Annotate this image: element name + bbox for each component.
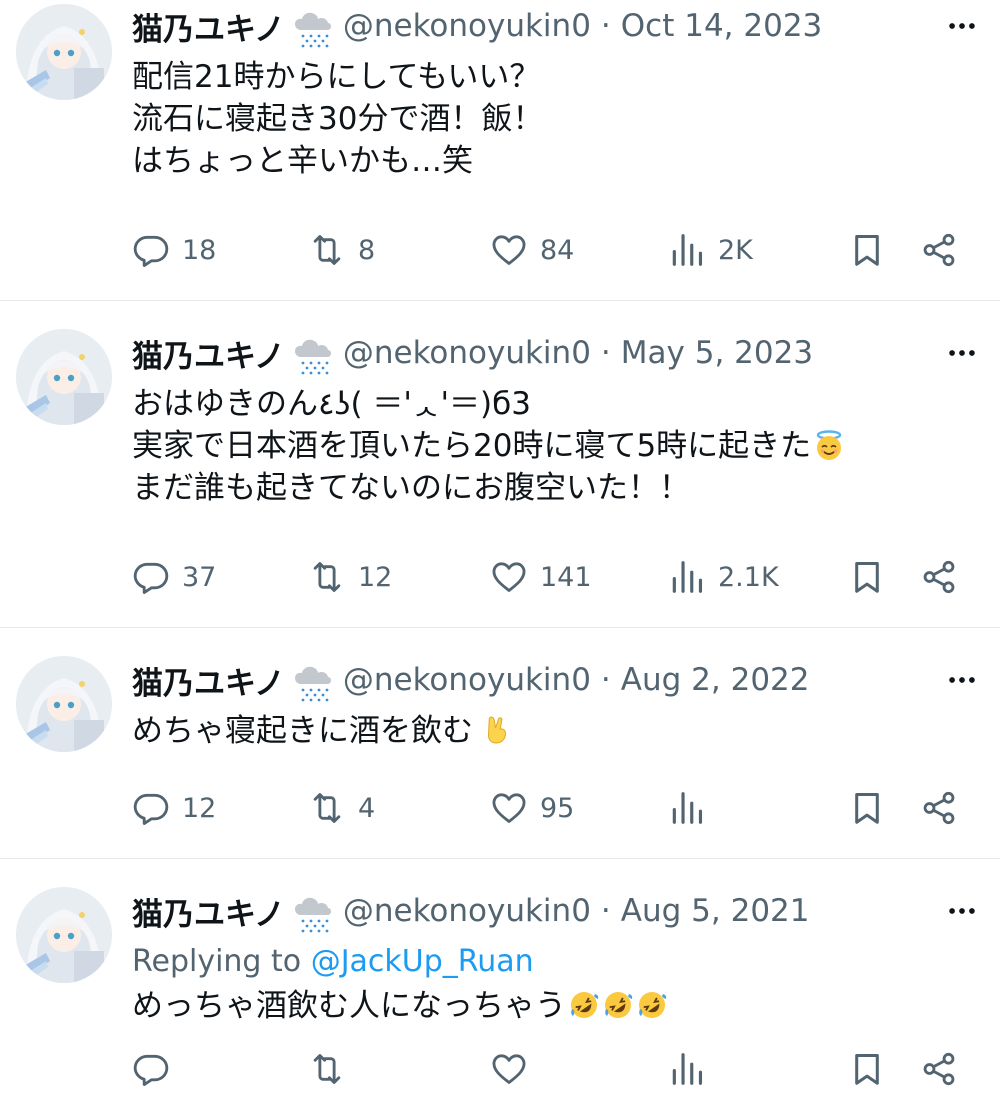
retweet-count: 8	[358, 234, 376, 266]
replying-prefix: Replying to	[132, 944, 302, 979]
victory-hand-icon	[481, 714, 513, 746]
reply-button[interactable]	[132, 1045, 182, 1093]
timeline: 猫乃ユキノ @nekonoyukin0 · Oct 14, 2023 配信21時…	[0, 0, 1000, 1117]
retweet-button[interactable]: 12	[308, 553, 392, 601]
tweet[interactable]: 猫乃ユキノ @nekonoyukin0 · Aug 5, 2021 Replyi…	[0, 859, 1000, 1117]
avatar[interactable]	[16, 329, 112, 425]
tweet-text-line: まだ誰も起きてないのにお腹空いた！！	[132, 470, 690, 506]
tweet-date[interactable]: Aug 5, 2021	[621, 893, 810, 929]
tweet-actions	[132, 1045, 984, 1093]
view-count: 2.1K	[718, 561, 779, 593]
tweet-header: 猫乃ユキノ @nekonoyukin0 · Aug 2, 2022	[132, 654, 984, 706]
tweet-header: 猫乃ユキノ @nekonoyukin0 · Oct 14, 2023	[132, 0, 984, 52]
like-count: 95	[540, 792, 575, 824]
reply-count: 12	[182, 792, 217, 824]
like-button[interactable]: 95	[490, 784, 574, 832]
separator-dot: ·	[600, 662, 611, 698]
share-button[interactable]	[920, 226, 958, 274]
share-button[interactable]	[920, 1045, 958, 1093]
rolling-on-the-floor-laughing-icon	[636, 989, 668, 1021]
separator-dot: ·	[600, 8, 611, 44]
avatar[interactable]	[16, 887, 112, 983]
tweet-date[interactable]: May 5, 2023	[621, 335, 813, 371]
user-handle[interactable]: @nekonoyukin0	[343, 893, 591, 929]
like-count: 84	[540, 234, 575, 266]
tweet-header: 猫乃ユキノ @nekonoyukin0 · May 5, 2023	[132, 327, 984, 379]
views-button[interactable]: 2K	[668, 226, 753, 274]
user-handle[interactable]: @nekonoyukin0	[343, 662, 591, 698]
snow-cloud-icon	[291, 893, 335, 937]
more-options-icon[interactable]	[940, 889, 984, 933]
retweet-count: 4	[358, 792, 376, 824]
retweet-button[interactable]	[308, 1045, 358, 1093]
tweet-actions: 37 12 141 2.1K	[132, 553, 984, 601]
snow-cloud-icon	[291, 662, 335, 706]
like-button[interactable]: 141	[490, 553, 592, 601]
tweet[interactable]: 猫乃ユキノ @nekonoyukin0 · May 5, 2023 おはゆきのん…	[0, 301, 1000, 628]
view-count: 2K	[718, 234, 753, 266]
share-button[interactable]	[920, 784, 958, 832]
reply-count: 37	[182, 561, 217, 593]
display-name[interactable]: 猫乃ユキノ	[132, 889, 285, 934]
like-count: 141	[540, 561, 592, 593]
smiling-face-with-halo-icon	[813, 429, 845, 461]
tweet[interactable]: 猫乃ユキノ @nekonoyukin0 · Oct 14, 2023 配信21時…	[0, 0, 1000, 301]
views-button[interactable]: 2.1K	[668, 553, 779, 601]
tweet-text: めちゃ寝起きに酒を飲む	[132, 710, 984, 752]
tweet-actions: 12 4 95	[132, 784, 984, 832]
separator-dot: ·	[600, 335, 611, 371]
more-options-icon[interactable]	[940, 4, 984, 48]
separator-dot: ·	[600, 893, 611, 929]
tweet-text: おはゆきのん٤ʖ( ＝'ᆺ'＝)б3 実家で日本酒を頂いたら20時に寝て5時に起…	[132, 383, 984, 509]
user-handle[interactable]: @nekonoyukin0	[343, 8, 591, 44]
tweet-text-main: めちゃ寝起きに酒を飲む	[132, 713, 473, 749]
like-button[interactable]: 84	[490, 226, 574, 274]
display-name[interactable]: 猫乃ユキノ	[132, 658, 285, 703]
tweet-date[interactable]: Oct 14, 2023	[621, 8, 823, 44]
reply-button[interactable]: 37	[132, 553, 216, 601]
share-button[interactable]	[920, 553, 958, 601]
tweet-header: 猫乃ユキノ @nekonoyukin0 · Aug 5, 2021	[132, 885, 984, 937]
rolling-on-the-floor-laughing-icon	[568, 989, 600, 1021]
display-name[interactable]: 猫乃ユキノ	[132, 4, 285, 49]
tweet-text: めっちゃ酒飲む人になっちゃう	[132, 985, 984, 1027]
avatar[interactable]	[16, 656, 112, 752]
user-handle[interactable]: @nekonoyukin0	[343, 335, 591, 371]
like-button[interactable]	[490, 1045, 540, 1093]
reply-count: 18	[182, 234, 217, 266]
retweet-button[interactable]: 4	[308, 784, 375, 832]
display-name[interactable]: 猫乃ユキノ	[132, 331, 285, 376]
retweet-button[interactable]: 8	[308, 226, 375, 274]
more-options-icon[interactable]	[940, 331, 984, 375]
tweet-content: 猫乃ユキノ @nekonoyukin0 · Aug 5, 2021 Replyi…	[132, 885, 984, 1027]
replying-to: Replying to @JackUp_Ruan	[132, 939, 984, 985]
tweet[interactable]: 猫乃ユキノ @nekonoyukin0 · Aug 2, 2022 めちゃ寝起き…	[0, 628, 1000, 859]
tweet-content: 猫乃ユキノ @nekonoyukin0 · Oct 14, 2023 配信21時…	[132, 0, 984, 182]
snow-cloud-icon	[291, 8, 335, 52]
tweet-date[interactable]: Aug 2, 2022	[621, 662, 810, 698]
tweet-text-main: おはゆきのん٤ʖ( ＝'ᆺ'＝)б3 実家で日本酒を頂いたら20時に寝て5時に起…	[132, 386, 812, 464]
mention-link[interactable]: @JackUp_Ruan	[311, 944, 534, 979]
views-button[interactable]	[668, 784, 718, 832]
tweet-text: 配信21時からにしてもいい？ 流石に寝起き30分で酒！飯！ はちょっと辛いかも……	[132, 59, 544, 179]
bookmark-button[interactable]	[848, 226, 886, 274]
retweet-count: 12	[358, 561, 393, 593]
reply-button[interactable]: 18	[132, 226, 216, 274]
tweet-content: 猫乃ユキノ @nekonoyukin0 · Aug 2, 2022 めちゃ寝起き…	[132, 654, 984, 752]
tweet-actions: 18 8 84 2K	[132, 226, 984, 274]
more-options-icon[interactable]	[940, 658, 984, 702]
bookmark-button[interactable]	[848, 1045, 886, 1093]
snow-cloud-icon	[291, 335, 335, 379]
reply-button[interactable]: 12	[132, 784, 216, 832]
bookmark-button[interactable]	[848, 553, 886, 601]
bookmark-button[interactable]	[848, 784, 886, 832]
views-button[interactable]	[668, 1045, 718, 1093]
rolling-on-the-floor-laughing-icon	[602, 989, 634, 1021]
avatar[interactable]	[16, 4, 112, 100]
tweet-content: 猫乃ユキノ @nekonoyukin0 · May 5, 2023 おはゆきのん…	[132, 327, 984, 509]
tweet-text-main: めっちゃ酒飲む人になっちゃう	[132, 988, 566, 1024]
